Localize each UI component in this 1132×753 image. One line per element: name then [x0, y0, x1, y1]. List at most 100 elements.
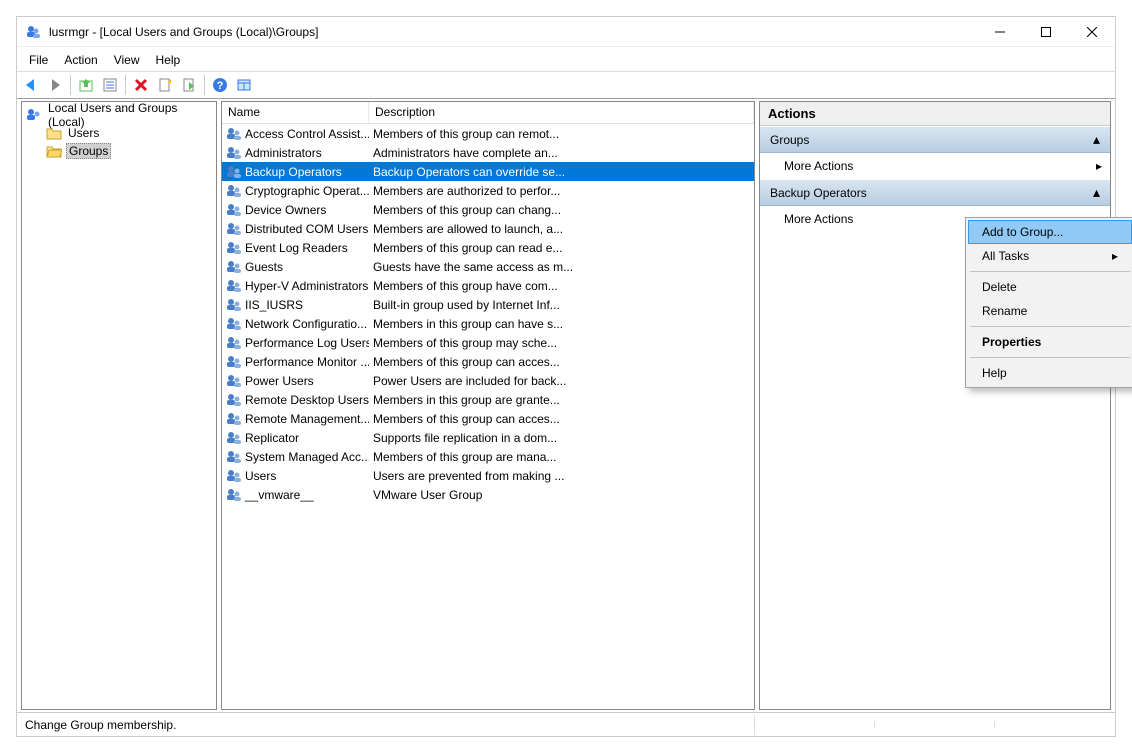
tree-root[interactable]: Local Users and Groups (Local): [22, 106, 216, 124]
column-description[interactable]: Description: [369, 102, 754, 123]
group-row[interactable]: Performance Monitor ...Members of this g…: [222, 352, 754, 371]
group-row[interactable]: AdministratorsAdministrators have comple…: [222, 143, 754, 162]
ctx-delete[interactable]: Delete: [968, 275, 1132, 299]
statusbar: Change Group membership.: [17, 712, 1115, 736]
group-row[interactable]: ReplicatorSupports file replication in a…: [222, 428, 754, 447]
ctx-help-label: Help: [982, 366, 1007, 380]
ctx-all-tasks[interactable]: All Tasks: [968, 244, 1132, 268]
actions-section-selected-label: Backup Operators: [770, 186, 867, 200]
status-seg-2: [755, 722, 875, 728]
actions-section-selected[interactable]: Backup Operators: [760, 179, 1110, 206]
actions-pane: Actions Groups More Actions Backup Opera…: [759, 101, 1111, 710]
group-description: Members of this group can remot...: [369, 127, 754, 141]
group-name: IIS_IUSRS: [245, 298, 303, 312]
group-description: Members of this group may sche...: [369, 336, 754, 350]
collapse-icon: [1093, 184, 1100, 201]
ctx-separator: [970, 326, 1130, 327]
tree-groups[interactable]: Groups: [22, 142, 216, 160]
forward-button[interactable]: [43, 73, 67, 97]
group-row[interactable]: Event Log ReadersMembers of this group c…: [222, 238, 754, 257]
group-row[interactable]: Hyper-V AdministratorsMembers of this gr…: [222, 276, 754, 295]
group-row[interactable]: Backup OperatorsBackup Operators can ove…: [222, 162, 754, 181]
group-icon: [226, 316, 242, 332]
ctx-add-label: Add to Group...: [982, 225, 1063, 239]
actions-more-groups-label: More Actions: [784, 159, 853, 173]
minimize-button[interactable]: [977, 17, 1023, 47]
window-title: lusrmgr - [Local Users and Groups (Local…: [49, 25, 977, 39]
maximize-button[interactable]: [1023, 17, 1069, 47]
group-description: Members of this group can read e...: [369, 241, 754, 255]
actions-section-groups[interactable]: Groups: [760, 126, 1110, 153]
close-button[interactable]: [1069, 17, 1115, 47]
new-button[interactable]: [153, 73, 177, 97]
chevron-right-icon: [1096, 159, 1102, 173]
back-button[interactable]: [19, 73, 43, 97]
group-name: Access Control Assist...: [245, 127, 369, 141]
group-description: Members of this group can chang...: [369, 203, 754, 217]
group-row[interactable]: __vmware__VMware User Group: [222, 485, 754, 504]
group-icon: [226, 278, 242, 294]
properties-button[interactable]: [98, 73, 122, 97]
actions-header: Actions: [760, 102, 1110, 126]
group-description: Built-in group used by Internet Inf...: [369, 298, 754, 312]
ctx-alltasks-label: All Tasks: [982, 249, 1029, 263]
menu-action[interactable]: Action: [56, 51, 105, 69]
group-row[interactable]: Power UsersPower Users are included for …: [222, 371, 754, 390]
ctx-separator: [970, 271, 1130, 272]
group-icon: [226, 183, 242, 199]
group-icon: [226, 259, 242, 275]
group-name: Remote Desktop Users: [245, 393, 369, 407]
ctx-properties-label: Properties: [982, 335, 1041, 349]
list-pane: Name Description Access Control Assist..…: [221, 101, 755, 710]
menu-file[interactable]: File: [21, 51, 56, 69]
up-button[interactable]: [74, 73, 98, 97]
ctx-delete-label: Delete: [982, 280, 1017, 294]
group-row[interactable]: GuestsGuests have the same access as m..…: [222, 257, 754, 276]
tree-root-label: Local Users and Groups (Local): [46, 101, 216, 129]
group-description: VMware User Group: [369, 488, 754, 502]
list-body[interactable]: Access Control Assist...Members of this …: [222, 124, 754, 709]
collapse-icon: [1093, 131, 1100, 148]
group-row[interactable]: Performance Log UsersMembers of this gro…: [222, 333, 754, 352]
menu-help[interactable]: Help: [148, 51, 189, 69]
group-icon: [226, 449, 242, 465]
status-seg-4: [995, 722, 1115, 728]
menubar: File Action View Help: [17, 49, 1115, 71]
group-name: Performance Log Users: [245, 336, 369, 350]
group-row[interactable]: Remote Desktop UsersMembers in this grou…: [222, 390, 754, 409]
group-name: Cryptographic Operat...: [245, 184, 369, 198]
ctx-properties[interactable]: Properties: [968, 330, 1132, 354]
ctx-add-to-group[interactable]: Add to Group...: [968, 220, 1132, 244]
group-description: Members of this group have com...: [369, 279, 754, 293]
menu-view[interactable]: View: [106, 51, 148, 69]
group-row[interactable]: Distributed COM UsersMembers are allowed…: [222, 219, 754, 238]
group-row[interactable]: System Managed Acc...Members of this gro…: [222, 447, 754, 466]
list-header: Name Description: [222, 102, 754, 124]
ctx-help[interactable]: Help: [968, 361, 1132, 385]
group-row[interactable]: Cryptographic Operat...Members are autho…: [222, 181, 754, 200]
group-name: Device Owners: [245, 203, 326, 217]
folder-icon: [46, 126, 62, 140]
group-icon: [226, 373, 242, 389]
group-row[interactable]: IIS_IUSRS Built-in group used by Internet…: [222, 295, 754, 314]
group-row[interactable]: Device Owners Members of this group can c…: [222, 200, 754, 219]
group-row[interactable]: UsersUsers are prevented from making ...: [222, 466, 754, 485]
column-name[interactable]: Name: [222, 102, 369, 123]
view-button[interactable]: [232, 73, 256, 97]
actions-more-groups[interactable]: More Actions: [760, 153, 1110, 179]
group-description: Members of this group are mana...: [369, 450, 754, 464]
delete-button[interactable]: [129, 73, 153, 97]
group-row[interactable]: Access Control Assist...Members of this …: [222, 124, 754, 143]
group-name: Replicator: [245, 431, 299, 445]
group-icon: [226, 354, 242, 370]
group-description: Backup Operators can override se...: [369, 165, 754, 179]
help-button[interactable]: ?: [208, 73, 232, 97]
group-icon: [226, 468, 242, 484]
group-row[interactable]: Network Configuratio...Members in this g…: [222, 314, 754, 333]
export-button[interactable]: [177, 73, 201, 97]
ctx-rename[interactable]: Rename: [968, 299, 1132, 323]
group-icon: [226, 297, 242, 313]
group-name: Performance Monitor ...: [245, 355, 369, 369]
group-description: Members are authorized to perfor...: [369, 184, 754, 198]
group-row[interactable]: Remote Management...Members of this grou…: [222, 409, 754, 428]
